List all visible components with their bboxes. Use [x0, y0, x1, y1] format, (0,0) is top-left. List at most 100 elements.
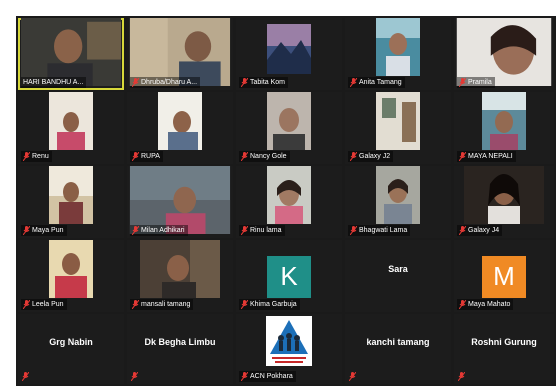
participant-video	[267, 166, 311, 224]
participant-video	[140, 240, 220, 298]
video-gallery: HARI BANDHU A... Dhruba/Dharu A... Tabit…	[16, 16, 556, 386]
muted-mic-icon	[132, 226, 139, 235]
muted-mic-icon	[241, 78, 248, 87]
participant-name: Khima Garbuja	[250, 301, 297, 308]
muted-mic-icon	[23, 152, 30, 161]
muted-mic-icon	[459, 152, 466, 161]
participant-tile[interactable]: K Khima Garbuja	[236, 240, 342, 312]
participant-label: Leela Pun	[21, 299, 67, 310]
participant-tile[interactable]: Pramila	[454, 18, 554, 90]
participant-video	[49, 92, 93, 150]
participant-tile[interactable]: Galaxy J4	[454, 166, 554, 238]
participant-name: Renu	[32, 153, 49, 160]
participant-name: Dhruba/Dharu A...	[141, 79, 198, 86]
avatar: M	[482, 255, 526, 298]
participant-tile[interactable]: Maya Pun	[18, 166, 124, 238]
participant-video	[20, 18, 122, 86]
participant-tile[interactable]: Galaxy J2	[345, 92, 451, 164]
participant-name: ACN Pokhara	[250, 373, 293, 380]
muted-mic-icon	[23, 300, 30, 309]
participant-tile[interactable]: Renu	[18, 92, 124, 164]
participant-label: Galaxy J2	[348, 151, 394, 162]
participant-name: Maya Pun	[32, 227, 64, 234]
participant-tile[interactable]: Grg Nabin	[18, 314, 124, 384]
participant-tile[interactable]: Rinu lama	[236, 166, 342, 238]
participant-tile[interactable]: ACN Pokhara	[236, 314, 342, 384]
participant-name: Nancy Gole	[250, 153, 287, 160]
participant-label: Anita Tamang	[348, 77, 405, 88]
participant-tile[interactable]: kanchi tamang	[345, 314, 451, 384]
participant-video	[464, 166, 544, 224]
participant-name: Tabita Kom	[250, 79, 286, 86]
participant-name: Milan Adhikari	[141, 227, 185, 234]
participant-video	[267, 92, 311, 150]
participant-tile[interactable]: Sara	[345, 240, 451, 312]
participant-video	[376, 18, 420, 76]
participant-video	[129, 18, 231, 86]
participant-label: Pramila	[457, 77, 495, 88]
participant-tile[interactable]: HARI BANDHU A...	[18, 18, 124, 90]
participant-tile[interactable]: Roshni Gurung	[454, 314, 554, 384]
participant-name: mansali tamang	[141, 301, 191, 308]
muted-mic-icon	[22, 372, 29, 381]
participant-tile[interactable]: RUPA	[127, 92, 233, 164]
participant-tile[interactable]: Dk Begha Limbu	[127, 314, 233, 384]
participant-label: Milan Adhikari	[130, 225, 188, 236]
participant-video	[456, 18, 552, 86]
participant-video	[482, 92, 526, 150]
participant-tile[interactable]: Nancy Gole	[236, 92, 342, 164]
participant-tile[interactable]: MAYA NEPALI	[454, 92, 554, 164]
participant-tile[interactable]: Leela Pun	[18, 240, 124, 312]
muted-mic-icon	[349, 372, 356, 381]
muted-mic-icon	[241, 372, 248, 381]
muted-mic-icon	[350, 226, 357, 235]
participant-name: Bhagwati Lama	[359, 227, 408, 234]
muted-mic-icon	[132, 300, 139, 309]
participant-label: RUPA	[130, 151, 163, 162]
muted-mic-icon	[459, 78, 466, 87]
participant-label: Rinu lama	[239, 225, 285, 236]
participant-name-display: Grg Nabin	[49, 337, 93, 347]
participant-video	[158, 92, 202, 150]
participant-label: Galaxy J4	[457, 225, 503, 236]
participant-label: Maya Mahato	[457, 299, 514, 310]
participant-name: Galaxy J4	[468, 227, 500, 234]
participant-name-display: Dk Begha Limbu	[144, 337, 216, 347]
participant-label: Maya Pun	[21, 225, 67, 236]
participant-label: Khima Garbuja	[239, 299, 300, 310]
participant-label: Tabita Kom	[239, 77, 289, 88]
muted-mic-icon	[131, 372, 138, 381]
muted-mic-icon	[459, 300, 466, 309]
avatar-letter: M	[493, 261, 515, 292]
participant-tile[interactable]: Bhagwati Lama	[345, 166, 451, 238]
participant-tile[interactable]: Milan Adhikari	[127, 166, 233, 238]
participant-video	[49, 166, 93, 224]
participant-name: MAYA NEPALI	[468, 153, 513, 160]
participant-video	[129, 166, 231, 234]
participant-tile[interactable]: mansali tamang	[127, 240, 233, 312]
participant-name: Leela Pun	[32, 301, 64, 308]
participant-video	[376, 92, 420, 150]
muted-mic-icon	[350, 78, 357, 87]
avatar-letter: K	[280, 261, 298, 292]
participant-tile[interactable]: Anita Tamang	[345, 18, 451, 90]
participant-name: Galaxy J2	[359, 153, 391, 160]
participant-name: Maya Mahato	[468, 301, 511, 308]
participant-name: Anita Tamang	[359, 79, 402, 86]
participant-label: ACN Pokhara	[239, 371, 296, 382]
participant-name: HARI BANDHU A...	[23, 79, 84, 86]
muted-mic-icon	[132, 152, 139, 161]
participant-tile[interactable]: Tabita Kom	[236, 18, 342, 90]
participant-video	[376, 166, 420, 224]
muted-mic-icon	[350, 152, 357, 161]
acn-logo-image	[266, 316, 312, 366]
participant-name-display: Sara	[388, 264, 408, 274]
participant-tile[interactable]: M Maya Mahato	[454, 240, 554, 312]
participant-name: Rinu lama	[250, 227, 282, 234]
participant-label: HARI BANDHU A...	[21, 77, 87, 88]
participant-tile[interactable]: Dhruba/Dharu A...	[127, 18, 233, 90]
avatar: K	[267, 255, 311, 298]
participant-name: Pramila	[468, 79, 492, 86]
participant-label: Bhagwati Lama	[348, 225, 411, 236]
participant-label: mansali tamang	[130, 299, 194, 310]
